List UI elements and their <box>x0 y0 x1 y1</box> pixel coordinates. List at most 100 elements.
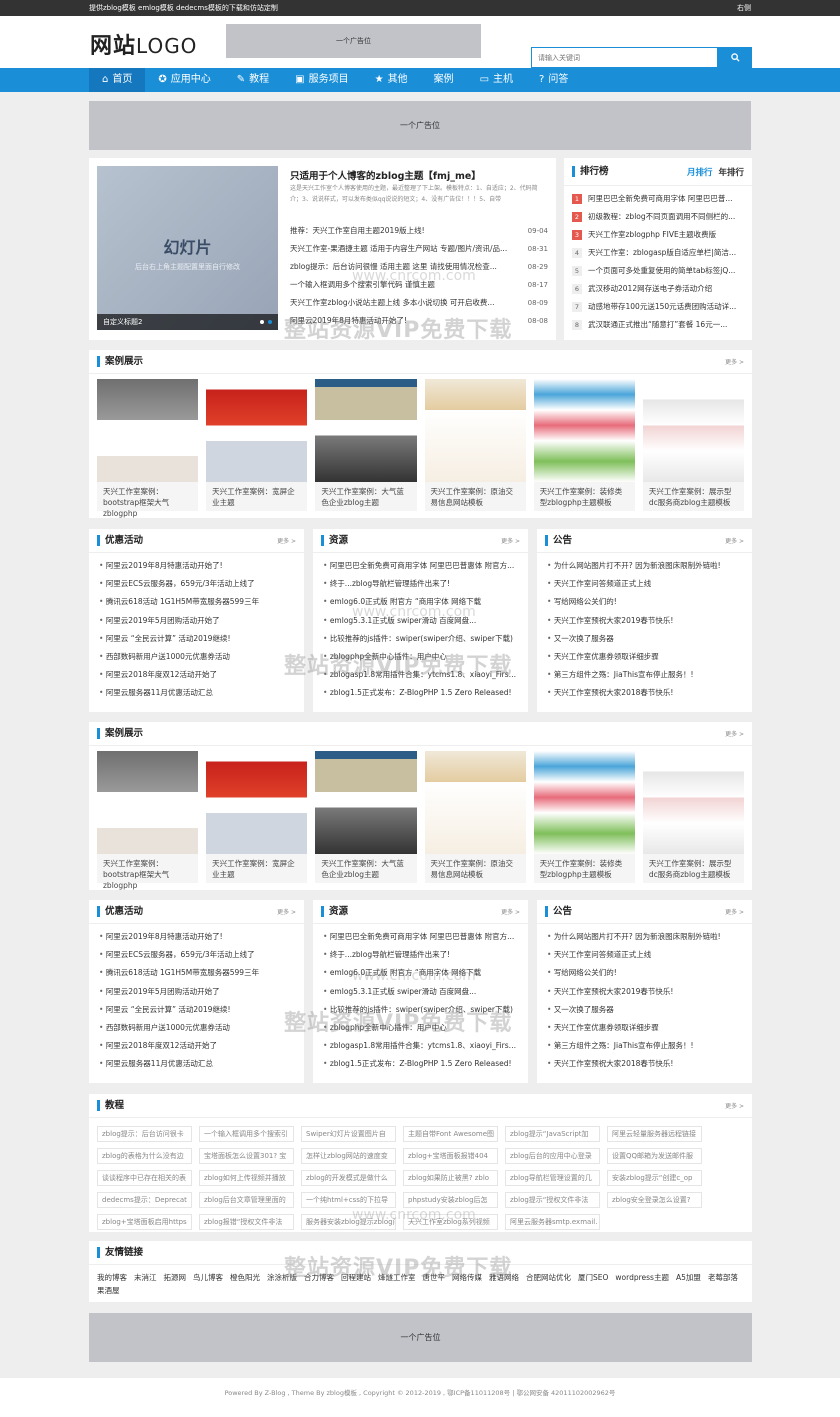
nav-cases[interactable]: 案例 <box>421 68 467 92</box>
tag-item[interactable]: zblog导航栏管理设置的几 <box>505 1170 600 1186</box>
case-card[interactable]: 天兴工作室案例：大气蓝色企业zblog主题 <box>315 379 417 511</box>
list-item[interactable]: emlog6.0正式版 附官方 “商用字体 网络下载 <box>323 593 518 611</box>
tag-item[interactable]: zblog后台的应用中心登录 <box>505 1148 600 1164</box>
list-item[interactable]: 又一次换了服务器 <box>547 630 742 648</box>
header-ad[interactable]: 一个广告位 <box>226 24 481 58</box>
tag-item[interactable]: 阿里云服务器smtp.exmail. <box>505 1214 600 1230</box>
nav-apps[interactable]: ✪ 应用中心 <box>145 68 223 92</box>
friend-link[interactable]: 厦门SEO <box>578 1271 608 1284</box>
friend-link[interactable]: 涂涂析版 <box>267 1271 297 1284</box>
list-item[interactable]: 阿里云2019年8月特惠活动开始了! <box>99 557 294 575</box>
list-item[interactable]: emlog6.0正式版 附官方 “商用字体 网络下载 <box>323 964 518 982</box>
list-item[interactable]: 比较推荐的js插件：swiper(swiper介绍、swiper下载) <box>323 630 518 648</box>
list-item[interactable]: 阿里云服务器11月优惠活动汇总 <box>99 684 294 702</box>
list-item[interactable]: 阿里巴巴全新免费可商用字体 阿里巴巴普惠体 附官方... <box>323 928 518 946</box>
friend-link[interactable]: 雅语网络 <box>489 1271 519 1284</box>
list-item[interactable]: 比较推荐的js插件：swiper(swiper介绍、swiper下载) <box>323 1001 518 1019</box>
list-item[interactable]: 阿里云2019年8月特惠活动开始了! 08-08 <box>290 312 548 330</box>
tab-month[interactable]: 月排行 <box>687 166 713 178</box>
more-link[interactable]: 更多 > <box>725 1101 744 1110</box>
list-item[interactable]: 天兴工作室问答频道正式上线 <box>547 575 742 593</box>
friend-link[interactable]: wordpress主题 <box>615 1271 669 1284</box>
list-item[interactable]: 阿里云2019年5月团购活动开始了 <box>99 612 294 630</box>
list-item[interactable]: 阿里云 “全民云计算” 活动2019继续! <box>99 630 294 648</box>
friend-link[interactable]: 回程建站 <box>341 1271 371 1284</box>
rank-item[interactable]: 7 动感地带存100元送150元话费团购活动详... <box>572 298 744 316</box>
more-link[interactable]: 更多 > <box>277 907 296 916</box>
list-item[interactable]: 阿里巴巴全新免费可商用字体 阿里巴巴普惠体 附官方... <box>323 557 518 575</box>
case-card[interactable]: 天兴工作室案例：宽屏企业主题 <box>206 379 308 511</box>
more-link[interactable]: 更多 > <box>725 536 744 545</box>
slider-dot[interactable] <box>260 320 264 324</box>
tag-item[interactable]: zblog如果防止被黑? zblo <box>403 1170 498 1186</box>
more-link[interactable]: 更多 > <box>501 536 520 545</box>
bottom-ad[interactable]: 一个广告位 <box>89 1313 752 1362</box>
friend-link[interactable]: A5加盟 <box>676 1271 701 1284</box>
nav-other[interactable]: ★ 其他 <box>362 68 421 92</box>
more-link[interactable]: 更多 > <box>725 907 744 916</box>
tag-item[interactable]: zblog后台文章管理里面的 <box>199 1192 294 1208</box>
more-link[interactable]: 更多 > <box>725 357 744 366</box>
slider-dots[interactable] <box>260 314 272 330</box>
featured-title[interactable]: 只适用于个人博客的zblog主题【fmj_me】 <box>290 168 481 182</box>
list-item[interactable]: 一个输入框调用多个搜索引擎代码 谨慎主题 08-17 <box>290 276 548 294</box>
rank-item[interactable]: 6 武汉移动2012网存送电子券活动介绍 <box>572 280 744 298</box>
list-item[interactable]: 天兴工作室-果酒捷主题 适用于内容生产网站 专题/图片/资讯/品... 08-31 <box>290 240 548 258</box>
rank-item[interactable]: 4 天兴工作室：zblogasp版自适应单栏|简洁... <box>572 244 744 262</box>
tag-item[interactable]: 宝塔面板怎么设置301? 宝 <box>199 1148 294 1164</box>
list-item[interactable]: 腾讯云618活动 1G1H5M带宽服务器599三年 <box>99 964 294 982</box>
list-item[interactable]: 天兴工作室预祝大家2018春节快乐! <box>547 1055 742 1073</box>
tag-item[interactable]: 阿里云轻量服务器远程链接 <box>607 1126 702 1142</box>
friend-link[interactable]: 合肥网站优化 <box>526 1271 571 1284</box>
tag-item[interactable]: 怎样让zblog网站的速度变 <box>301 1148 396 1164</box>
friend-link[interactable]: 烽燧工作室 <box>378 1271 416 1284</box>
more-link[interactable]: 更多 > <box>501 907 520 916</box>
rank-item[interactable]: 3 天兴工作室zblogphp FIVE主题收费版 <box>572 226 744 244</box>
list-item[interactable]: emlog5.3.1正式版 swiper滑动 百度网盘... <box>323 612 518 630</box>
tag-item[interactable]: 一个纯html+css的下拉导 <box>301 1192 396 1208</box>
more-link[interactable]: 更多 > <box>725 729 744 738</box>
list-item[interactable]: 又一次换了服务器 <box>547 1001 742 1019</box>
list-item[interactable]: 终于...zblog导航栏管理插件出来了! <box>323 575 518 593</box>
tab-year[interactable]: 年排行 <box>718 166 744 178</box>
list-item[interactable]: zblog1.5正式发布：Z-BlogPHP 1.5 Zero Released… <box>323 684 518 702</box>
tag-item[interactable]: zblog安全登录怎么设置? <box>607 1192 702 1208</box>
rank-item[interactable]: 1 阿里巴巴全新免费可商用字体 阿里巴巴普... <box>572 190 744 208</box>
site-logo[interactable]: 网站 LOGO <box>90 28 197 60</box>
nav-host[interactable]: ▭ 主机 <box>467 68 526 92</box>
list-item[interactable]: 第三方组件之殇：JiaThis宣布停止服务！! <box>547 1037 742 1055</box>
tag-item[interactable]: zblog+宝塔面板启用https <box>97 1214 192 1230</box>
tag-item[interactable]: zblog提示“JavaScript加 <box>505 1126 600 1142</box>
list-item[interactable]: 推荐：天兴工作室自用主题2019版上线! 09-04 <box>290 222 548 240</box>
case-card[interactable]: 天兴工作室案例：展示型dc服务商zblog主题模板 <box>642 379 745 511</box>
list-item[interactable]: 阿里云ECS云服务器，659元/3年活动上线了 <box>99 946 294 964</box>
list-item[interactable]: zblogasp1.8常用插件合集：ytcms1.8、xiaoyi_FirstI… <box>323 666 518 684</box>
list-item[interactable]: 第三方组件之殇：JiaThis宣布停止服务！! <box>547 666 742 684</box>
list-item[interactable]: 写给网络公关们的! <box>547 964 742 982</box>
list-item[interactable]: 阿里云 “全民云计算” 活动2019继续! <box>99 1001 294 1019</box>
tag-item[interactable]: 设置QQ邮箱为发送邮件服 <box>607 1148 702 1164</box>
tag-item[interactable]: 一个输入框调用多个搜索引 <box>199 1126 294 1142</box>
slider-dot-active[interactable] <box>268 320 272 324</box>
list-item[interactable]: 天兴工作室预祝大家2018春节快乐! <box>547 684 742 702</box>
search-input[interactable] <box>531 47 718 68</box>
list-item[interactable]: 腾讯云618活动 1G1H5M带宽服务器599三年 <box>99 593 294 611</box>
list-item[interactable]: 天兴工作室优惠券领取详细步骤 <box>547 1019 742 1037</box>
friend-link[interactable]: 果酒屋 <box>97 1284 120 1297</box>
list-item[interactable]: 阿里云2018年度双12活动开始了 <box>99 1037 294 1055</box>
slider[interactable]: 幻灯片 后台右上角主题配置里面自行修改 自定义标题2 <box>97 166 278 330</box>
tag-item[interactable]: Swiper幻灯片设置图片自 <box>301 1126 396 1142</box>
list-item[interactable]: zblogphp全新中心插件：用户中心 <box>323 1019 518 1037</box>
tag-item[interactable]: zblog如何上传视频并播放 <box>199 1170 294 1186</box>
case-card[interactable]: 天兴工作室案例：大气蓝色企业zblog主题 <box>315 751 417 883</box>
rank-item[interactable]: 2 初级教程：zblog不同页面调用不同侧栏的... <box>572 208 744 226</box>
case-card[interactable]: 天兴工作室案例：展示型dc服务商zblog主题模板 <box>642 751 745 883</box>
list-item[interactable]: 阿里云2018年度双12活动开始了 <box>99 666 294 684</box>
tag-item[interactable]: 安装zblog提示“创建c_op <box>607 1170 702 1186</box>
tag-item[interactable]: phpstudy安装zblog后怎 <box>403 1192 498 1208</box>
tag-item[interactable]: zblog+宝塔面板报错404 <box>403 1148 498 1164</box>
case-card[interactable]: 天兴工作室案例：原油交易信息网站模板 <box>424 379 526 511</box>
tag-item[interactable]: zblog提示：后台访问很卡 <box>97 1126 192 1142</box>
rank-item[interactable]: 8 武汉联通正式推出“随意打”套餐 16元一... <box>572 316 744 334</box>
list-item[interactable]: 天兴工作室预祝大家2019春节快乐! <box>547 983 742 1001</box>
